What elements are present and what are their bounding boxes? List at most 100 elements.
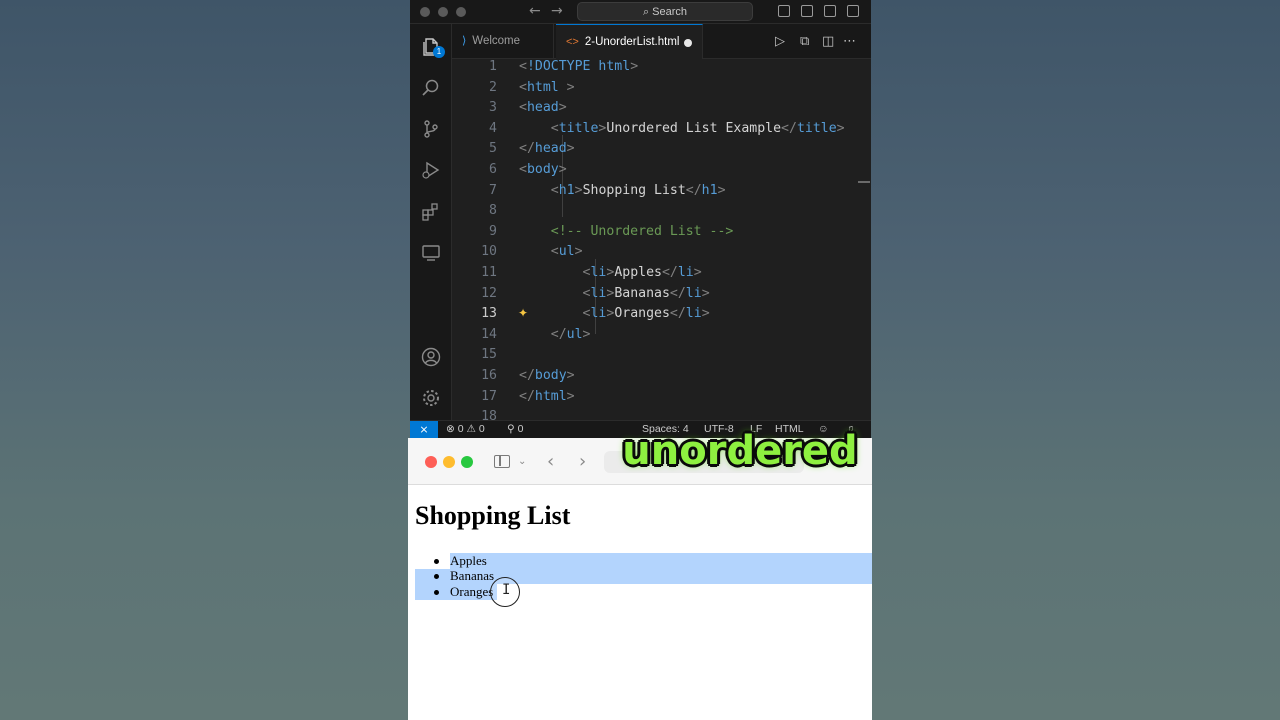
bullet xyxy=(434,574,439,579)
line-number: 17 xyxy=(481,388,497,404)
code-line[interactable]: 3 <head> xyxy=(452,98,871,119)
code-line[interactable]: 17 </html> xyxy=(452,387,871,408)
tab-label: Welcome xyxy=(472,35,521,47)
close-window-button[interactable] xyxy=(425,456,437,468)
split-editor-icon[interactable]: ◫ xyxy=(822,34,834,49)
line-number: 6 xyxy=(489,162,497,177)
ports-indicator[interactable]: ⚲ 0 xyxy=(507,421,523,438)
code-line[interactable]: 13 <li>Oranges</li> xyxy=(452,304,871,325)
remote-explorer-icon[interactable] xyxy=(421,243,441,263)
code-line[interactable]: 1 <!DOCTYPE html> xyxy=(452,57,871,78)
back-arrow-icon[interactable]: ← xyxy=(529,3,541,19)
tab-label: 2-UnorderList.html xyxy=(584,36,680,48)
run-debug-icon[interactable] xyxy=(421,160,441,180)
list-item: Oranges xyxy=(450,584,494,599)
minimize-window-button[interactable] xyxy=(438,7,448,17)
title-bar: ← → ⌕ Search xyxy=(410,0,871,24)
code-text: <h1>Shopping List</h1> xyxy=(550,182,726,198)
toggle-secondary-sidebar-icon[interactable] xyxy=(824,5,836,17)
line-number: 5 xyxy=(489,141,497,157)
code-line[interactable]: 11 <li>Apples</li> xyxy=(452,263,871,284)
line-number: 3 xyxy=(489,100,497,116)
line-number: 13 xyxy=(481,306,497,322)
code-editor[interactable]: 1 <!DOCTYPE html> 2 <html > 3 <head> 4 <title>… xyxy=(452,57,871,424)
code-line[interactable]: 6 <body> xyxy=(452,160,871,181)
customize-layout-icon[interactable] xyxy=(847,5,859,17)
problems-indicator[interactable]: ⊗ 0 ⚠ 0 xyxy=(446,421,485,438)
code-line[interactable]: 8 xyxy=(452,201,871,222)
search-view-icon[interactable] xyxy=(421,78,441,98)
code-line[interactable]: 14 </ul> xyxy=(452,325,871,346)
code-line[interactable]: 5 </head> xyxy=(452,139,871,160)
error-count: 0 xyxy=(457,423,464,435)
chevron-down-icon[interactable]: ⌄ xyxy=(518,456,526,467)
explorer-badge: 1 xyxy=(433,46,445,58)
page-heading: Shopping List xyxy=(415,501,571,530)
code-text: <li>Apples</li> xyxy=(582,265,702,280)
rendered-page: Shopping List Apples Bananas Oranges xyxy=(408,486,872,720)
bullet xyxy=(434,590,439,595)
code-line[interactable]: 16 </body> xyxy=(452,366,871,387)
search-icon: ⌕ xyxy=(642,5,650,18)
open-changes-icon[interactable]: ⧉ xyxy=(800,34,809,49)
line-number: 10 xyxy=(481,244,497,260)
line-number: 12 xyxy=(481,285,497,301)
code-line[interactable]: 9 <!-- Unordered List --> xyxy=(452,222,871,243)
toggle-panel-icon[interactable] xyxy=(801,5,813,17)
code-line[interactable]: 4 <title>Unordered List Example</title> xyxy=(452,119,871,140)
tab-2-unorderlist-html[interactable]: <> 2-UnorderList.html xyxy=(556,24,703,59)
unsaved-changes-dot[interactable] xyxy=(684,39,692,47)
line-number: 2 xyxy=(489,79,497,95)
forward-chevron-icon[interactable]: › xyxy=(579,451,586,472)
copilot-sparkle-icon[interactable]: ✦ xyxy=(518,306,528,320)
run-icon[interactable]: ▷ xyxy=(775,34,785,49)
line-number: 11 xyxy=(481,265,497,280)
back-chevron-icon[interactable]: ‹ xyxy=(547,451,554,472)
activity-bar xyxy=(410,24,452,420)
more-actions-icon[interactable]: ⋯ xyxy=(843,34,856,49)
code-line[interactable]: 7 <h1>Shopping List</h1> xyxy=(452,181,871,202)
vscode-logo-icon: ⟩ xyxy=(462,35,467,47)
zoom-window-button[interactable] xyxy=(461,456,473,468)
line-number: 9 xyxy=(489,223,497,239)
code-text: </body> xyxy=(519,368,575,383)
code-text: </ul> xyxy=(550,326,591,342)
html-file-icon: <> xyxy=(566,36,579,48)
command-center-search[interactable]: ⌕ Search xyxy=(577,2,753,21)
zoom-window-button[interactable] xyxy=(456,7,466,17)
browser-window: ⌄ ‹ › Shopping List Apples Bananas Orang… xyxy=(408,438,872,720)
scrollbar-cursor-mark xyxy=(858,181,870,183)
vscode-window: ← → ⌕ Search 1 ⟩ Welcome <> 2-UnorderLis… xyxy=(410,0,871,438)
minimize-window-button[interactable] xyxy=(443,456,455,468)
line-number: 14 xyxy=(481,326,497,342)
code-line[interactable]: 15 xyxy=(452,345,871,366)
code-text: </html> xyxy=(519,388,575,404)
code-line[interactable]: 2 <html > xyxy=(452,78,871,99)
accounts-icon[interactable] xyxy=(421,347,441,367)
code-text: <body> xyxy=(519,162,567,177)
search-label: Search xyxy=(652,6,688,18)
list-item: Apples xyxy=(450,553,487,568)
code-text: <!-- Unordered List --> xyxy=(519,223,734,239)
line-number: 8 xyxy=(489,203,497,219)
code-line[interactable]: 10 <ul> xyxy=(452,242,871,263)
toggle-primary-sidebar-icon[interactable] xyxy=(778,5,790,17)
settings-gear-icon[interactable] xyxy=(421,388,441,408)
line-number: 1 xyxy=(489,59,497,74)
forward-arrow-icon[interactable]: → xyxy=(551,3,563,19)
extensions-icon[interactable] xyxy=(421,202,441,222)
code-text: <!DOCTYPE html> xyxy=(519,59,639,74)
line-number: 15 xyxy=(481,347,497,363)
close-window-button[interactable] xyxy=(420,7,430,17)
code-line[interactable]: 12 <li>Bananas</li> xyxy=(452,284,871,305)
port-count: 0 xyxy=(517,423,524,435)
code-text: <li>Bananas</li> xyxy=(582,285,710,301)
remote-indicator-icon[interactable]: ⨯ xyxy=(410,421,438,439)
bullet xyxy=(434,559,439,564)
line-number: 16 xyxy=(481,368,497,383)
warning-count: 0 xyxy=(478,423,485,435)
sidebar-toggle-icon[interactable] xyxy=(494,455,510,468)
code-text: <li>Oranges</li> xyxy=(582,306,710,322)
source-control-icon[interactable] xyxy=(421,119,441,139)
tab-welcome[interactable]: ⟩ Welcome xyxy=(452,24,554,59)
